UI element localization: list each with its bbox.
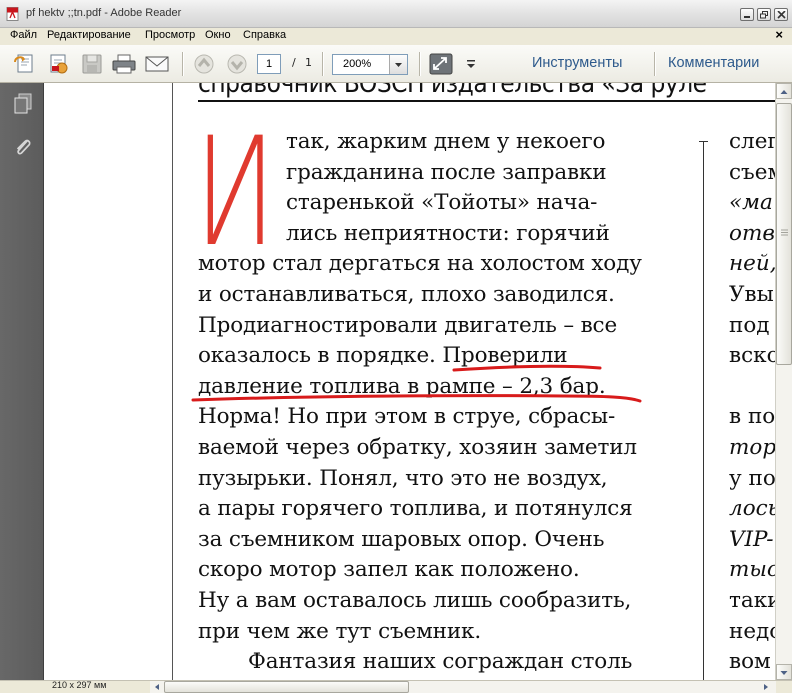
menu-window[interactable]: Окно [205, 29, 231, 41]
text-line: скоро мотор запел как положено. [198, 557, 580, 583]
text-line: при чем же тут съемник. [198, 618, 482, 644]
text-line: так, жарким днем у некоего [286, 129, 606, 154]
text-line: тыс [729, 557, 775, 583]
grip-icon [781, 229, 788, 236]
menu-help[interactable]: Справка [243, 29, 286, 41]
page-size-label: 210 x 297 мм [52, 680, 107, 690]
zoom-select[interactable]: 200% [332, 54, 408, 75]
restore-icon [760, 11, 768, 19]
page-header-text: справочник BOSCH издательства «За руле [198, 83, 707, 99]
pages-panel-icon[interactable] [12, 92, 34, 116]
text-line: тор [729, 435, 775, 460]
toolbar: 1 / 1 200% Инструменты Комментарии [0, 45, 792, 83]
toolbar-separator [654, 52, 656, 76]
menu-file[interactable]: Файл [10, 29, 37, 41]
next-page-icon[interactable] [224, 53, 250, 75]
arrow-up-icon [780, 90, 788, 94]
text-line: лось [729, 496, 775, 522]
horizontal-scrollbar[interactable] [150, 681, 776, 693]
text-line: пузырьки. Понял, что это не воздух, [198, 465, 608, 491]
vertical-scroll-thumb[interactable] [776, 103, 792, 365]
text-line: оказалось в порядке. Проверили [198, 343, 568, 369]
menu-bar: Файл Редактирование Просмотр Окно Справк… [0, 27, 792, 45]
text-line: давление топлива в рампе – 2,3 бар. [198, 373, 606, 399]
text-line: Увы [729, 282, 774, 307]
text-line: гражданина после заправки [286, 159, 607, 185]
text-line: слеп [729, 129, 775, 154]
toolbar-separator [182, 52, 184, 76]
text-line: за съемником шаровых опор. Очень [198, 526, 605, 552]
page-edge [172, 83, 173, 680]
create-pdf-icon[interactable] [46, 53, 72, 75]
text-line: ней, [729, 251, 775, 277]
text-line: под [729, 312, 770, 338]
attachments-paperclip-icon[interactable] [12, 135, 34, 159]
text-line: и останавливаться, плохо заводился. [198, 282, 615, 307]
text-line: недо [729, 618, 775, 644]
text-line: мотор стал дергаться на холостом ходу [198, 251, 642, 277]
arrow-left-icon[interactable] [152, 682, 162, 692]
chevron-down-icon [395, 63, 402, 67]
horizontal-scroll-thumb[interactable] [164, 681, 409, 693]
header-rule [198, 100, 775, 102]
page-total: 1 [305, 56, 312, 69]
text-line: отв [729, 220, 775, 246]
text-line: у по [729, 465, 775, 491]
close-document-button[interactable]: × [775, 27, 783, 42]
minimize-button[interactable] [740, 8, 754, 21]
text-line: Продиагностировали двигатель – все [198, 312, 618, 338]
text-line: а пары горячего топлива, и потянулся [198, 496, 633, 522]
close-icon [777, 11, 786, 19]
page-separator: / [292, 56, 296, 69]
text-line: старенькой «Тойоты» нача- [286, 190, 598, 216]
text-line: таки [729, 588, 775, 613]
toolbar-separator [419, 52, 421, 76]
status-bar: 210 x 297 мм [0, 680, 792, 693]
page-number-input[interactable]: 1 [257, 54, 281, 74]
save-icon[interactable] [79, 53, 105, 75]
menu-view[interactable]: Просмотр [145, 29, 195, 41]
text-line: «ма [729, 190, 773, 216]
previous-page-icon[interactable] [191, 53, 217, 75]
scroll-up-button[interactable] [776, 83, 792, 99]
arrow-down-icon [780, 671, 788, 675]
toolbar-separator [322, 52, 324, 76]
more-tools-icon[interactable] [464, 53, 478, 75]
vertical-scrollbar[interactable] [775, 83, 792, 680]
text-line: лись неприятности: горячий [286, 220, 610, 246]
comments-pane-button[interactable]: Комментарии [668, 55, 759, 71]
minimize-icon [744, 16, 750, 18]
zoom-dropdown-button[interactable] [389, 55, 407, 74]
document-view[interactable]: справочник BOSCH издательства «За руле И… [44, 83, 775, 680]
text-line: Норма! Но при этом в струе, сбрасы- [198, 404, 616, 430]
text-line: вско [729, 343, 775, 369]
text-line: Фантазия наших сограждан столь [248, 649, 633, 675]
menu-edit[interactable]: Редактирование [47, 29, 131, 41]
column-divider-tick [699, 141, 708, 142]
arrow-right-icon[interactable] [761, 682, 771, 692]
print-icon[interactable] [111, 53, 137, 75]
text-line: вом [729, 649, 771, 675]
navigation-sidebar [0, 83, 44, 680]
tools-pane-button[interactable]: Инструменты [532, 55, 622, 71]
close-window-button[interactable] [774, 8, 788, 21]
restore-button[interactable] [757, 8, 771, 21]
column-divider [703, 141, 704, 680]
open-file-icon[interactable] [12, 53, 38, 75]
window-title: pf hektv ;;tn.pdf - Adobe Reader [26, 7, 182, 19]
zoom-value: 200% [343, 58, 372, 70]
email-icon[interactable] [144, 53, 170, 75]
text-line: Ну а вам оставалось лишь сообразить, [198, 588, 632, 613]
fit-page-icon[interactable] [428, 53, 458, 75]
text-line: VIP- [729, 526, 774, 552]
text-line: в по [729, 404, 775, 430]
drop-cap-glyph: И [198, 132, 276, 248]
adobe-reader-icon [6, 7, 19, 21]
scroll-down-button[interactable] [776, 664, 792, 680]
text-line: ваемой через обратку, хозяин заметил [198, 435, 637, 460]
drop-cap-letter: И [198, 132, 276, 248]
title-bar: pf hektv ;;tn.pdf - Adobe Reader [0, 0, 792, 28]
text-line: съем [729, 159, 775, 185]
